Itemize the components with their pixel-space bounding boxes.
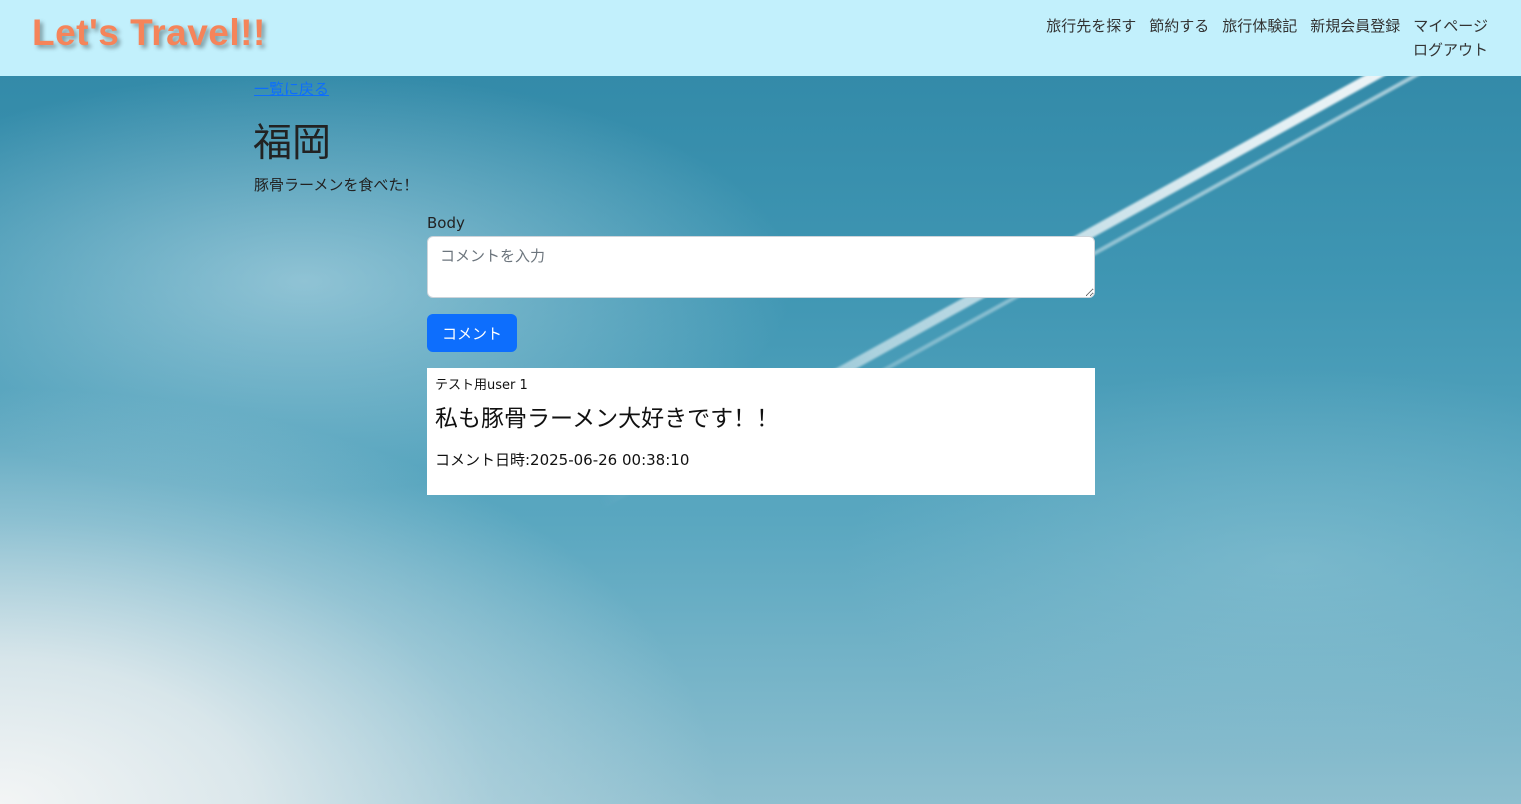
nav-signup[interactable]: 新規会員登録: [1310, 17, 1400, 35]
page-title: 福岡: [253, 121, 332, 166]
comment-body: 私も豚骨ラーメン大好きです！！: [435, 406, 780, 432]
post-description: 豚骨ラーメンを食べた！: [254, 176, 419, 194]
site-logo[interactable]: Let's Travel!!: [32, 12, 266, 54]
nav-travel-diary[interactable]: 旅行体験記: [1222, 17, 1297, 35]
comment-body-label: Body: [427, 214, 465, 232]
submit-comment-button[interactable]: コメント: [427, 314, 517, 352]
nav-save-money[interactable]: 節約する: [1149, 17, 1209, 35]
comment-user: テスト用user 1: [435, 378, 528, 393]
site-header: Let's Travel!! 旅行先を探す 節約する 旅行体験記 新規会員登録 マイペー…: [0, 0, 1521, 76]
main-nav: 旅行先を探す 節約する 旅行体験記 新規会員登録 マイページログアウト: [968, 14, 1488, 62]
comment-date: コメント日時:2025-06-26 00:38:10: [435, 451, 690, 469]
comment-card: テスト用user 1 私も豚骨ラーメン大好きです！！ コメント日時:2025-0…: [427, 368, 1095, 495]
nav-logout[interactable]: ログアウト: [1413, 41, 1488, 59]
nav-find-destination[interactable]: 旅行先を探す: [1046, 17, 1136, 35]
comment-input[interactable]: [427, 236, 1095, 298]
back-to-list-link[interactable]: 一覧に戻る: [254, 78, 329, 99]
nav-mypage[interactable]: マイページ: [1413, 17, 1488, 35]
